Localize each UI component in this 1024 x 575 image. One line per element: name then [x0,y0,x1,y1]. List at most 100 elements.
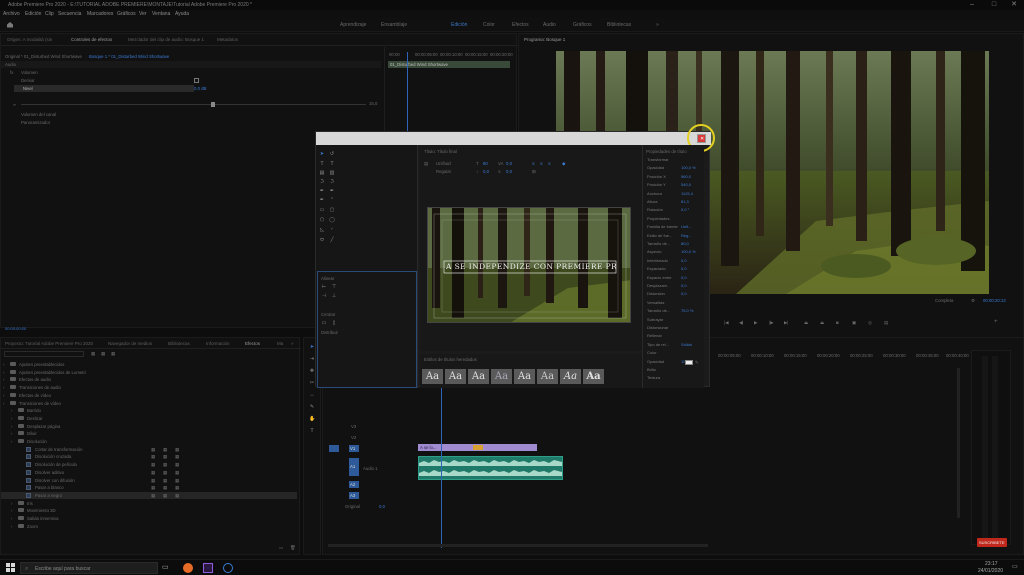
tab-metadata[interactable]: Metadatos [217,37,238,42]
new-bin-icon[interactable]: ▭ [279,545,283,551]
workspace-edicion[interactable]: Edición [451,22,467,28]
workspace-ensamblaje[interactable]: Ensamblaje [381,22,407,28]
source-clip-label[interactable]: Original * 01_Disturbed Wind Shortwave [5,54,82,59]
property-row[interactable]: Distorsionar [647,324,704,332]
audio-clip[interactable] [418,456,563,480]
align-right-text-icon[interactable]: ≡ [548,161,551,166]
font-style-select[interactable]: Regular [436,169,451,174]
property-value[interactable]: 0,0 [681,283,687,288]
tab-libraries[interactable]: Bibliotecas [168,341,190,346]
align-center-v-icon[interactable]: ⊥ [331,293,337,299]
property-row[interactable]: Transformar [647,156,704,164]
align-center-h-icon[interactable]: ⊣ [321,293,327,299]
track-a1-toggle[interactable]: A1 [349,458,359,476]
home-icon[interactable] [6,21,14,28]
type-tool-icon[interactable]: T [309,428,315,434]
property-value[interactable]: 540,0 [681,182,691,187]
title-name-tab[interactable]: Título: Título final [424,149,457,154]
property-value[interactable]: 960,0 [681,174,691,179]
chevron-right-icon[interactable]: › [3,393,4,398]
tab-effects[interactable]: Efectos [245,341,260,346]
comparison-view-icon[interactable]: ▣ [852,320,856,326]
add-button-icon[interactable]: + [994,319,998,325]
property-value[interactable]: 80,0 [681,241,689,246]
title-arc-tool-icon[interactable]: ◜ [329,227,335,233]
property-row[interactable]: Opacidad 100,0 % [647,164,704,172]
menu-ayuda[interactable]: Ayuda [175,11,189,17]
menu-graficos[interactable]: Gráficos [117,11,136,17]
32bit-effects-icon[interactable]: ▦ [101,351,105,357]
taskbar-search-box[interactable]: ⌕ Escribe aquí para buscar [20,562,158,574]
close-button[interactable]: ✕ [1008,1,1020,9]
hand-tool-icon[interactable]: ✋ [309,416,315,422]
maximize-button[interactable]: □ [988,1,1000,9]
play-icon[interactable]: ▶ [754,320,757,326]
property-row[interactable]: Anchura 1125,4 [647,190,704,198]
tab-effect-controls[interactable]: Controles de efectos [71,37,112,42]
property-row[interactable]: Estilo de fue... Reg... [647,232,704,240]
title-wedge-tool-icon[interactable]: ◺ [319,227,325,233]
premiere-pro-icon[interactable] [203,563,213,573]
effects-folder[interactable]: › Transiciones de vídeo [1,400,297,407]
effects-folder[interactable]: › Desplazar página [1,423,297,430]
overlay-icon[interactable]: ▤ [884,320,888,326]
title-type-tool-icon[interactable]: T [319,161,325,167]
effects-folder[interactable]: › Ajustes preestablecidos de Lumetri [1,369,297,376]
effects-folder[interactable]: › Efectos de vídeo [1,392,297,399]
style-swatch-3[interactable]: Aa [468,369,489,384]
title-path-type-tool-icon[interactable]: ℑ [319,179,325,185]
menu-marcadores[interactable]: Marcadores [87,11,113,17]
property-value[interactable]: 75,0 % [681,308,693,313]
panner-label[interactable]: Panoramizador [21,120,50,125]
property-value[interactable]: Reg... [681,233,692,238]
chevron-right-icon[interactable]: › [11,416,12,421]
title-rectangle-tool-icon[interactable]: ▭ [319,207,325,213]
effects-folder[interactable]: › Barrido [1,407,297,414]
title-canvas[interactable]: A SE INDEPENDIZE CON PREMIERE PRO [427,207,631,323]
property-row[interactable]: Brillo [647,366,704,374]
step-forward-icon[interactable]: |▶ [769,320,773,326]
title-add-anchor-tool-icon[interactable]: ✒ [329,188,335,194]
title-clip[interactable]: A se lo... [418,444,537,451]
fx-toggle-icon[interactable]: fx [10,70,13,75]
subscribe-badge[interactable]: SUSCRIBETE [977,538,1007,547]
title-selection-tool-icon[interactable]: ➤ [319,151,325,157]
track-v2-label[interactable]: V2 [351,435,356,440]
show-background-icon[interactable]: ◆ [562,161,565,167]
tab-source[interactable]: Origen: A modalità (sin [7,37,52,42]
original-track-value[interactable]: 0,0 [379,504,385,509]
leading-value[interactable]: 0,0 [483,169,489,174]
chevron-right-icon[interactable]: › [11,408,12,413]
style-swatch-4[interactable]: Aa [491,369,512,384]
title-rounded-rectangle-tool-icon[interactable]: ▢ [329,207,335,213]
vr-video-icon[interactable]: ◎ [868,320,872,326]
effects-folder[interactable]: › Salida inmersiva [1,515,297,522]
chevron-right-icon[interactable]: › [11,508,12,513]
title-convert-anchor-tool-icon[interactable]: ⌃ [329,197,335,203]
tab-project[interactable]: Proyecto: Tutorial Adobe Premiere Pro 20… [5,341,93,346]
track-a2-toggle[interactable]: A2 [349,481,359,488]
slip-tool-icon[interactable]: ↔ [309,392,315,398]
workspace-efectos[interactable]: Efectos [512,22,529,28]
track-v1-toggle[interactable]: V1 [349,445,359,452]
property-row[interactable]: Rotación 0,0 ° [647,206,704,214]
eyedropper-icon[interactable]: ✎ [695,360,699,366]
property-row[interactable]: Desplazam. 0,0 [647,282,704,290]
step-back-icon[interactable]: ◀| [739,320,743,326]
fill-color-swatch[interactable] [685,360,693,365]
workspace-color[interactable]: Color [483,22,495,28]
chevron-right-icon[interactable]: › [3,385,4,390]
chevron-right-icon[interactable]: › [11,501,12,506]
property-row[interactable]: Espaciado 0,0 [647,265,704,273]
tab-info[interactable]: Información [206,341,230,346]
align-left-text-icon[interactable]: ≡ [532,161,535,166]
track-v3-label[interactable]: V3 [351,424,356,429]
property-row[interactable]: Familia de fuente Unif... [647,223,704,231]
sequence-clip-label[interactable]: Bosque 1 * 01_Disturbed Wind Shortwave [89,54,169,59]
volume-effect-label[interactable]: Volumen [21,70,38,75]
effect-item[interactable]: Cortar de transformación ▦ ▦ ▦ [1,446,297,453]
settings-wrench-icon[interactable]: ⚙ [971,298,975,304]
title-line-tool-icon[interactable]: ╱ [329,237,335,243]
title-area-type-tool-icon[interactable]: ▤ [319,170,325,176]
bypass-checkbox[interactable] [194,78,199,83]
